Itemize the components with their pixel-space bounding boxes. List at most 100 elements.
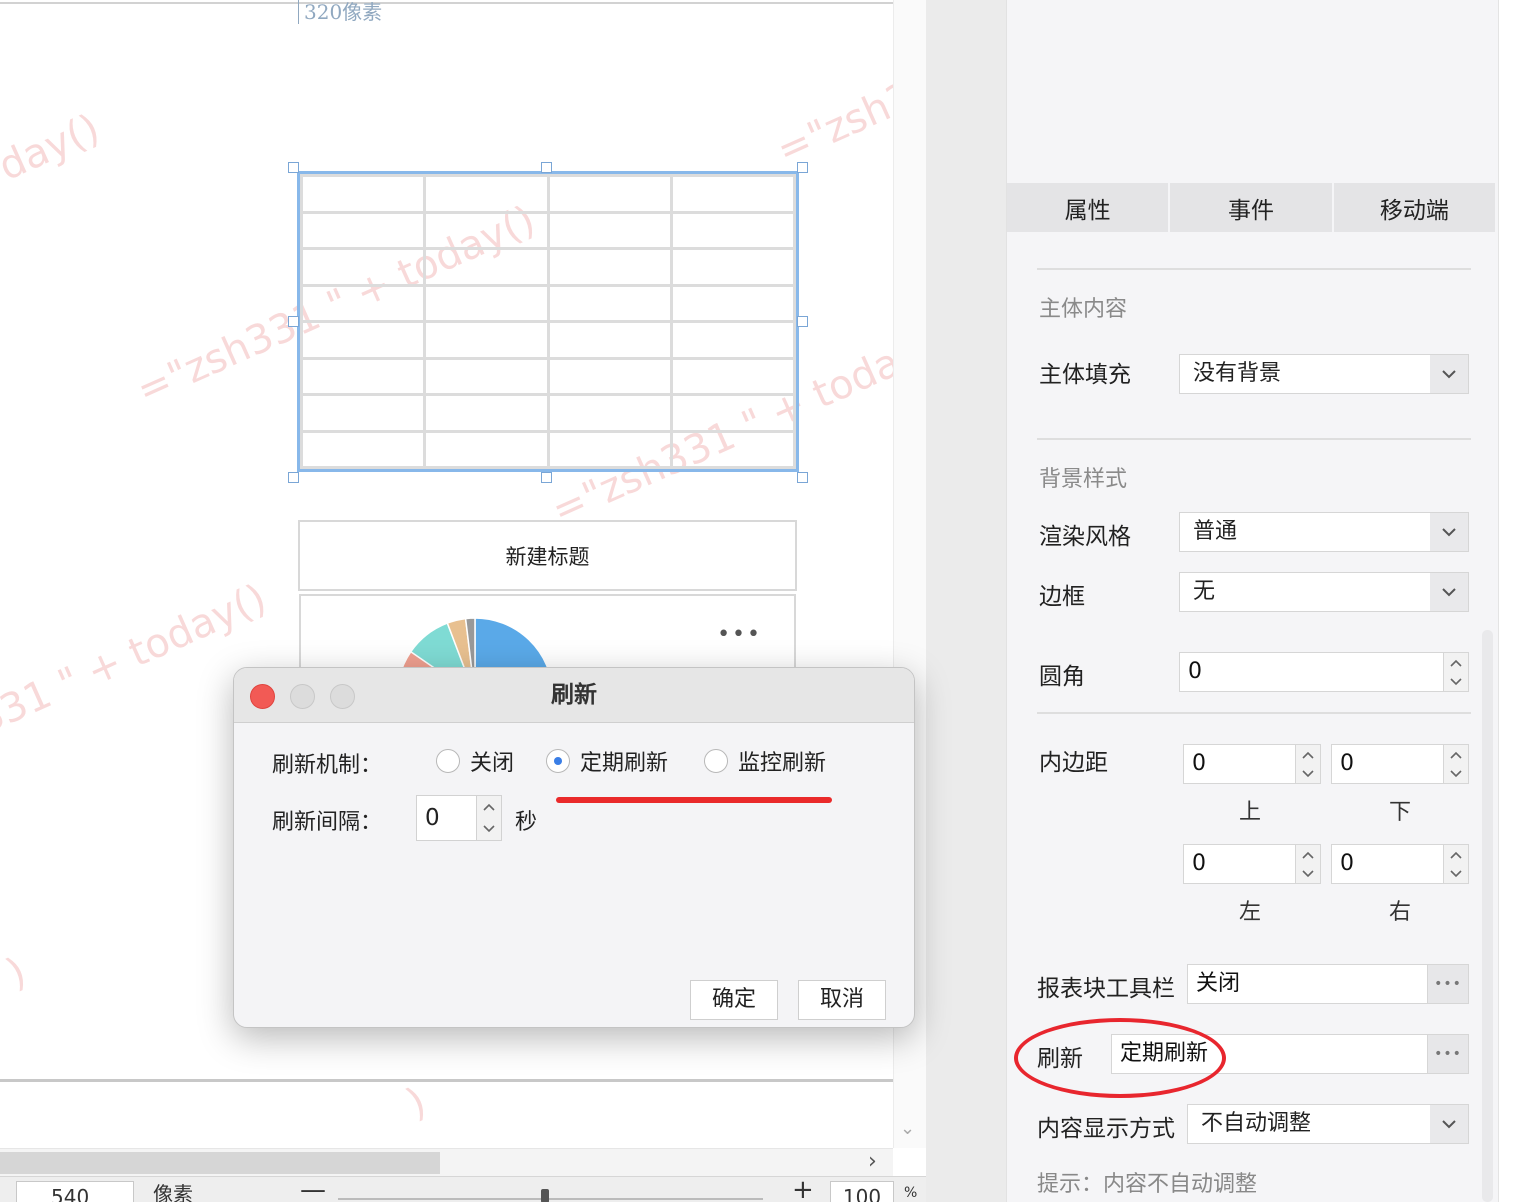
resize-handle-ne[interactable] xyxy=(797,162,808,173)
report-toolbar-value: 关闭 xyxy=(1196,971,1241,996)
scroll-down-icon[interactable]: ⌄ xyxy=(900,1118,915,1139)
radio-button[interactable] xyxy=(704,749,728,773)
corner-radius-input[interactable]: 0 xyxy=(1179,652,1469,692)
divider xyxy=(1037,268,1471,270)
tab-events[interactable]: 事件 xyxy=(1170,183,1334,232)
padding-left-input[interactable]: 0 xyxy=(1183,844,1321,884)
stepper-icon[interactable] xyxy=(1443,652,1469,692)
watermark: ) xyxy=(0,948,33,998)
padding-top-input[interactable]: 0 xyxy=(1183,744,1321,784)
scrollbar-thumb[interactable] xyxy=(0,1152,440,1174)
canvas-width-input[interactable]: 540 xyxy=(16,1181,134,1202)
content-display-select[interactable]: 不自动调整 xyxy=(1187,1104,1469,1144)
more-icon[interactable]: ••• xyxy=(1427,1034,1469,1074)
interval-unit-label: 秒 xyxy=(515,810,538,835)
zoom-slider-knob[interactable] xyxy=(541,1189,549,1202)
radio-monitor-label: 监控刷新 xyxy=(738,751,827,776)
padding-right-label: 右 xyxy=(1389,900,1412,925)
content-display-label: 内容显示方式 xyxy=(1037,1116,1175,1142)
refresh-interval-input[interactable]: 0 xyxy=(416,795,502,841)
radio-button-selected[interactable] xyxy=(546,749,570,773)
radio-off-label: 关闭 xyxy=(470,751,515,776)
zoom-in-button[interactable]: + xyxy=(792,1175,814,1202)
body-fill-value: 没有背景 xyxy=(1193,361,1282,386)
stepper-icon[interactable] xyxy=(1443,844,1469,884)
zoom-input[interactable]: 100 xyxy=(830,1181,894,1202)
radio-periodic-label: 定期刷新 xyxy=(580,751,669,776)
width-unit-label: 像素 xyxy=(153,1182,193,1202)
panel-tabs: 属性 事件 移动端 xyxy=(1007,183,1497,232)
radio-periodic[interactable]: 定期刷新 xyxy=(546,748,669,776)
annotation-circle xyxy=(1014,1018,1226,1098)
resize-handle-e[interactable] xyxy=(797,316,808,327)
resize-handle-n[interactable] xyxy=(541,162,552,173)
padding-left-label: 左 xyxy=(1239,900,1262,925)
section-body-content: 主体内容 xyxy=(1039,297,1128,322)
padding-label: 内边距 xyxy=(1039,750,1108,776)
chevron-down-icon[interactable] xyxy=(1430,1105,1468,1143)
canvas-top-edge xyxy=(0,2,893,4)
hint-text: 提示：内容不自动调整 xyxy=(1037,1172,1258,1197)
padding-bottom-label: 下 xyxy=(1389,800,1412,825)
padding-top-label: 上 xyxy=(1239,800,1262,825)
resize-handle-se[interactable] xyxy=(797,472,808,483)
chart-title: 新建标题 xyxy=(505,544,590,569)
watermark: ) xyxy=(400,1078,433,1128)
chevron-down-icon[interactable] xyxy=(1430,573,1468,611)
padding-top-value: 0 xyxy=(1192,751,1206,776)
body-fill-select[interactable]: 没有背景 xyxy=(1179,354,1469,394)
padding-bottom-input[interactable]: 0 xyxy=(1331,744,1469,784)
border-select[interactable]: 无 xyxy=(1179,572,1469,612)
chart-menu-icon[interactable]: ••• xyxy=(717,624,762,646)
stepper-icon[interactable] xyxy=(1295,844,1321,884)
report-toolbar-label: 报表块工具栏 xyxy=(1037,976,1175,1002)
section-background-style: 背景样式 xyxy=(1039,467,1128,492)
scroll-right-icon[interactable]: › xyxy=(868,1149,877,1174)
dialog-title: 刷新 xyxy=(551,682,597,708)
radio-button[interactable] xyxy=(436,749,460,773)
resize-handle-s[interactable] xyxy=(541,472,552,483)
table-grid xyxy=(299,174,797,469)
chevron-down-icon[interactable] xyxy=(1430,355,1468,393)
stepper-icon[interactable] xyxy=(1443,744,1469,784)
render-style-select[interactable]: 普通 xyxy=(1179,512,1469,552)
padding-left-value: 0 xyxy=(1192,851,1206,876)
padding-bottom-value: 0 xyxy=(1340,751,1354,776)
resize-handle-w[interactable] xyxy=(288,316,299,327)
radio-monitor[interactable]: 监控刷新 xyxy=(704,748,827,776)
resize-handle-sw[interactable] xyxy=(288,472,299,483)
resize-handle-nw[interactable] xyxy=(288,162,299,173)
divider xyxy=(1037,438,1471,440)
canvas-bottom-edge xyxy=(0,1079,893,1082)
zoom-unit-label: % xyxy=(904,1185,918,1201)
panel-scrollbar[interactable] xyxy=(1482,630,1493,1202)
zoom-out-button[interactable]: — xyxy=(300,1175,326,1202)
render-style-label: 渲染风格 xyxy=(1039,524,1131,550)
stepper-icon[interactable] xyxy=(476,795,502,841)
tab-mobile[interactable]: 移动端 xyxy=(1334,183,1497,232)
chevron-down-icon[interactable] xyxy=(1430,513,1468,551)
more-icon[interactable]: ••• xyxy=(1427,964,1469,1004)
body-fill-label: 主体填充 xyxy=(1039,362,1131,388)
pixel-ruler-label: 320像素 xyxy=(298,0,382,24)
chart-title-widget[interactable]: 新建标题 xyxy=(298,520,797,591)
refresh-interval-value: 0 xyxy=(425,805,440,831)
padding-right-input[interactable]: 0 xyxy=(1331,844,1469,884)
watermark: day() xyxy=(0,105,107,191)
tab-properties[interactable]: 属性 xyxy=(1007,183,1171,232)
render-style-value: 普通 xyxy=(1193,519,1238,544)
panel-right-edge xyxy=(1498,0,1530,1202)
corner-radius-label: 圆角 xyxy=(1039,664,1085,690)
refresh-interval-label: 刷新间隔： xyxy=(272,810,383,835)
annotation-underline xyxy=(556,797,832,803)
ok-button[interactable]: 确定 xyxy=(690,980,778,1020)
canvas-horizontal-scrollbar[interactable]: › xyxy=(0,1148,893,1176)
table-widget[interactable] xyxy=(297,171,799,472)
divider xyxy=(1037,712,1471,714)
padding-right-value: 0 xyxy=(1340,851,1354,876)
stepper-icon[interactable] xyxy=(1295,744,1321,784)
radio-off[interactable]: 关闭 xyxy=(436,748,515,776)
cancel-button[interactable]: 取消 xyxy=(798,980,886,1020)
report-toolbar-field[interactable]: 关闭 ••• xyxy=(1187,964,1469,1004)
zoom-slider-track[interactable] xyxy=(338,1198,763,1200)
